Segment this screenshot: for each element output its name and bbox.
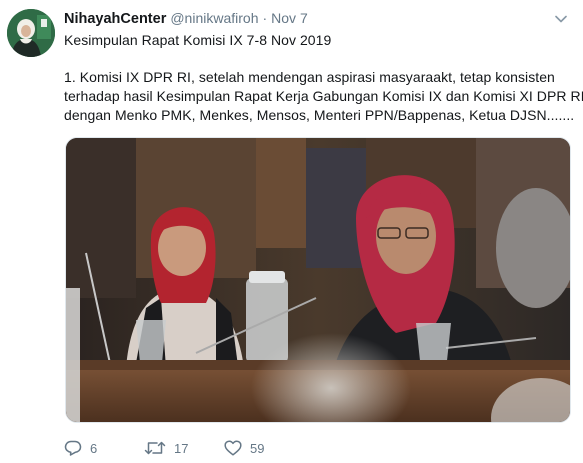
reply-button[interactable]: 6 (64, 440, 144, 456)
separator-dot: · (262, 10, 268, 26)
tweet-photo[interactable] (65, 137, 571, 423)
tweet-actions: 6 17 59 (64, 437, 304, 459)
avatar[interactable] (7, 9, 55, 57)
tweet-timestamp[interactable]: Nov 7 (271, 10, 308, 26)
tweet-text-line: 1. Komisi IX DPR RI, setelah mendengan a… (64, 69, 555, 85)
reply-icon (64, 440, 82, 456)
tweet-header: NihayahCenter @ninikwafiroh · Nov 7 (64, 10, 308, 30)
like-count: 59 (250, 440, 265, 456)
reply-count: 6 (90, 440, 98, 456)
user-handle[interactable]: @ninikwafiroh (170, 10, 258, 26)
heart-icon (224, 440, 242, 456)
tweet-card[interactable]: NihayahCenter @ninikwafiroh · Nov 7 Kesi… (0, 0, 583, 463)
retweet-icon (144, 441, 166, 455)
retweet-count: 17 (174, 440, 189, 456)
more-options-button[interactable] (553, 12, 569, 26)
retweet-button[interactable]: 17 (144, 440, 224, 456)
chevron-down-icon (555, 15, 567, 23)
like-button[interactable]: 59 (224, 440, 304, 456)
tweet-text-line: terhadap hasil Kesimpulan Rapat Kerja Ga… (64, 88, 583, 104)
display-name[interactable]: NihayahCenter (64, 11, 166, 27)
tweet-text-line: Kesimpulan Rapat Komisi IX 7-8 Nov 2019 (64, 32, 332, 48)
tweet-text-line: dengan Menko PMK, Menkes, Mensos, Menter… (64, 107, 575, 123)
tweet-text: Kesimpulan Rapat Komisi IX 7-8 Nov 2019 … (64, 31, 583, 125)
